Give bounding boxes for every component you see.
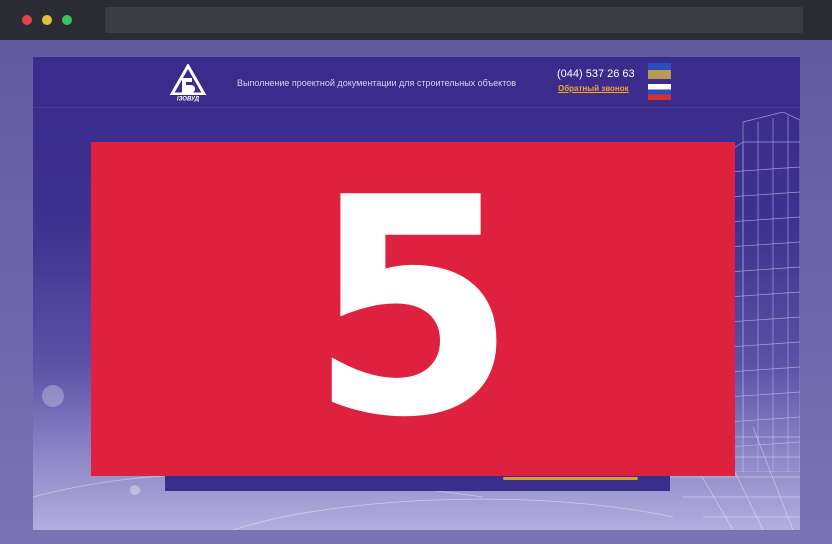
language-flag-ru[interactable] <box>648 84 671 100</box>
site-header: ІЗОВУД Выполнение проектной документации… <box>33 57 800 108</box>
overlay-number: 5 <box>308 134 518 483</box>
close-window-button[interactable] <box>22 15 32 25</box>
company-logo[interactable]: ІЗОВУД <box>166 64 210 102</box>
decorative-dot <box>130 485 140 495</box>
number-overlay-card: 5 <box>91 142 735 476</box>
address-bar[interactable] <box>105 7 803 33</box>
phone-number[interactable]: (044) 537 26 63 <box>557 68 635 80</box>
site-tagline: Выполнение проектной документации для ст… <box>237 78 517 88</box>
svg-text:ІЗОВУД: ІЗОВУД <box>177 97 200 103</box>
maximize-window-button[interactable] <box>62 15 72 25</box>
submit-button-edge[interactable] <box>503 477 638 480</box>
callback-link[interactable]: Обратный звонок <box>558 84 629 93</box>
browser-chrome <box>0 0 832 40</box>
language-flag-gold[interactable] <box>648 70 671 79</box>
decorative-circle <box>42 385 64 407</box>
minimize-window-button[interactable] <box>42 15 52 25</box>
